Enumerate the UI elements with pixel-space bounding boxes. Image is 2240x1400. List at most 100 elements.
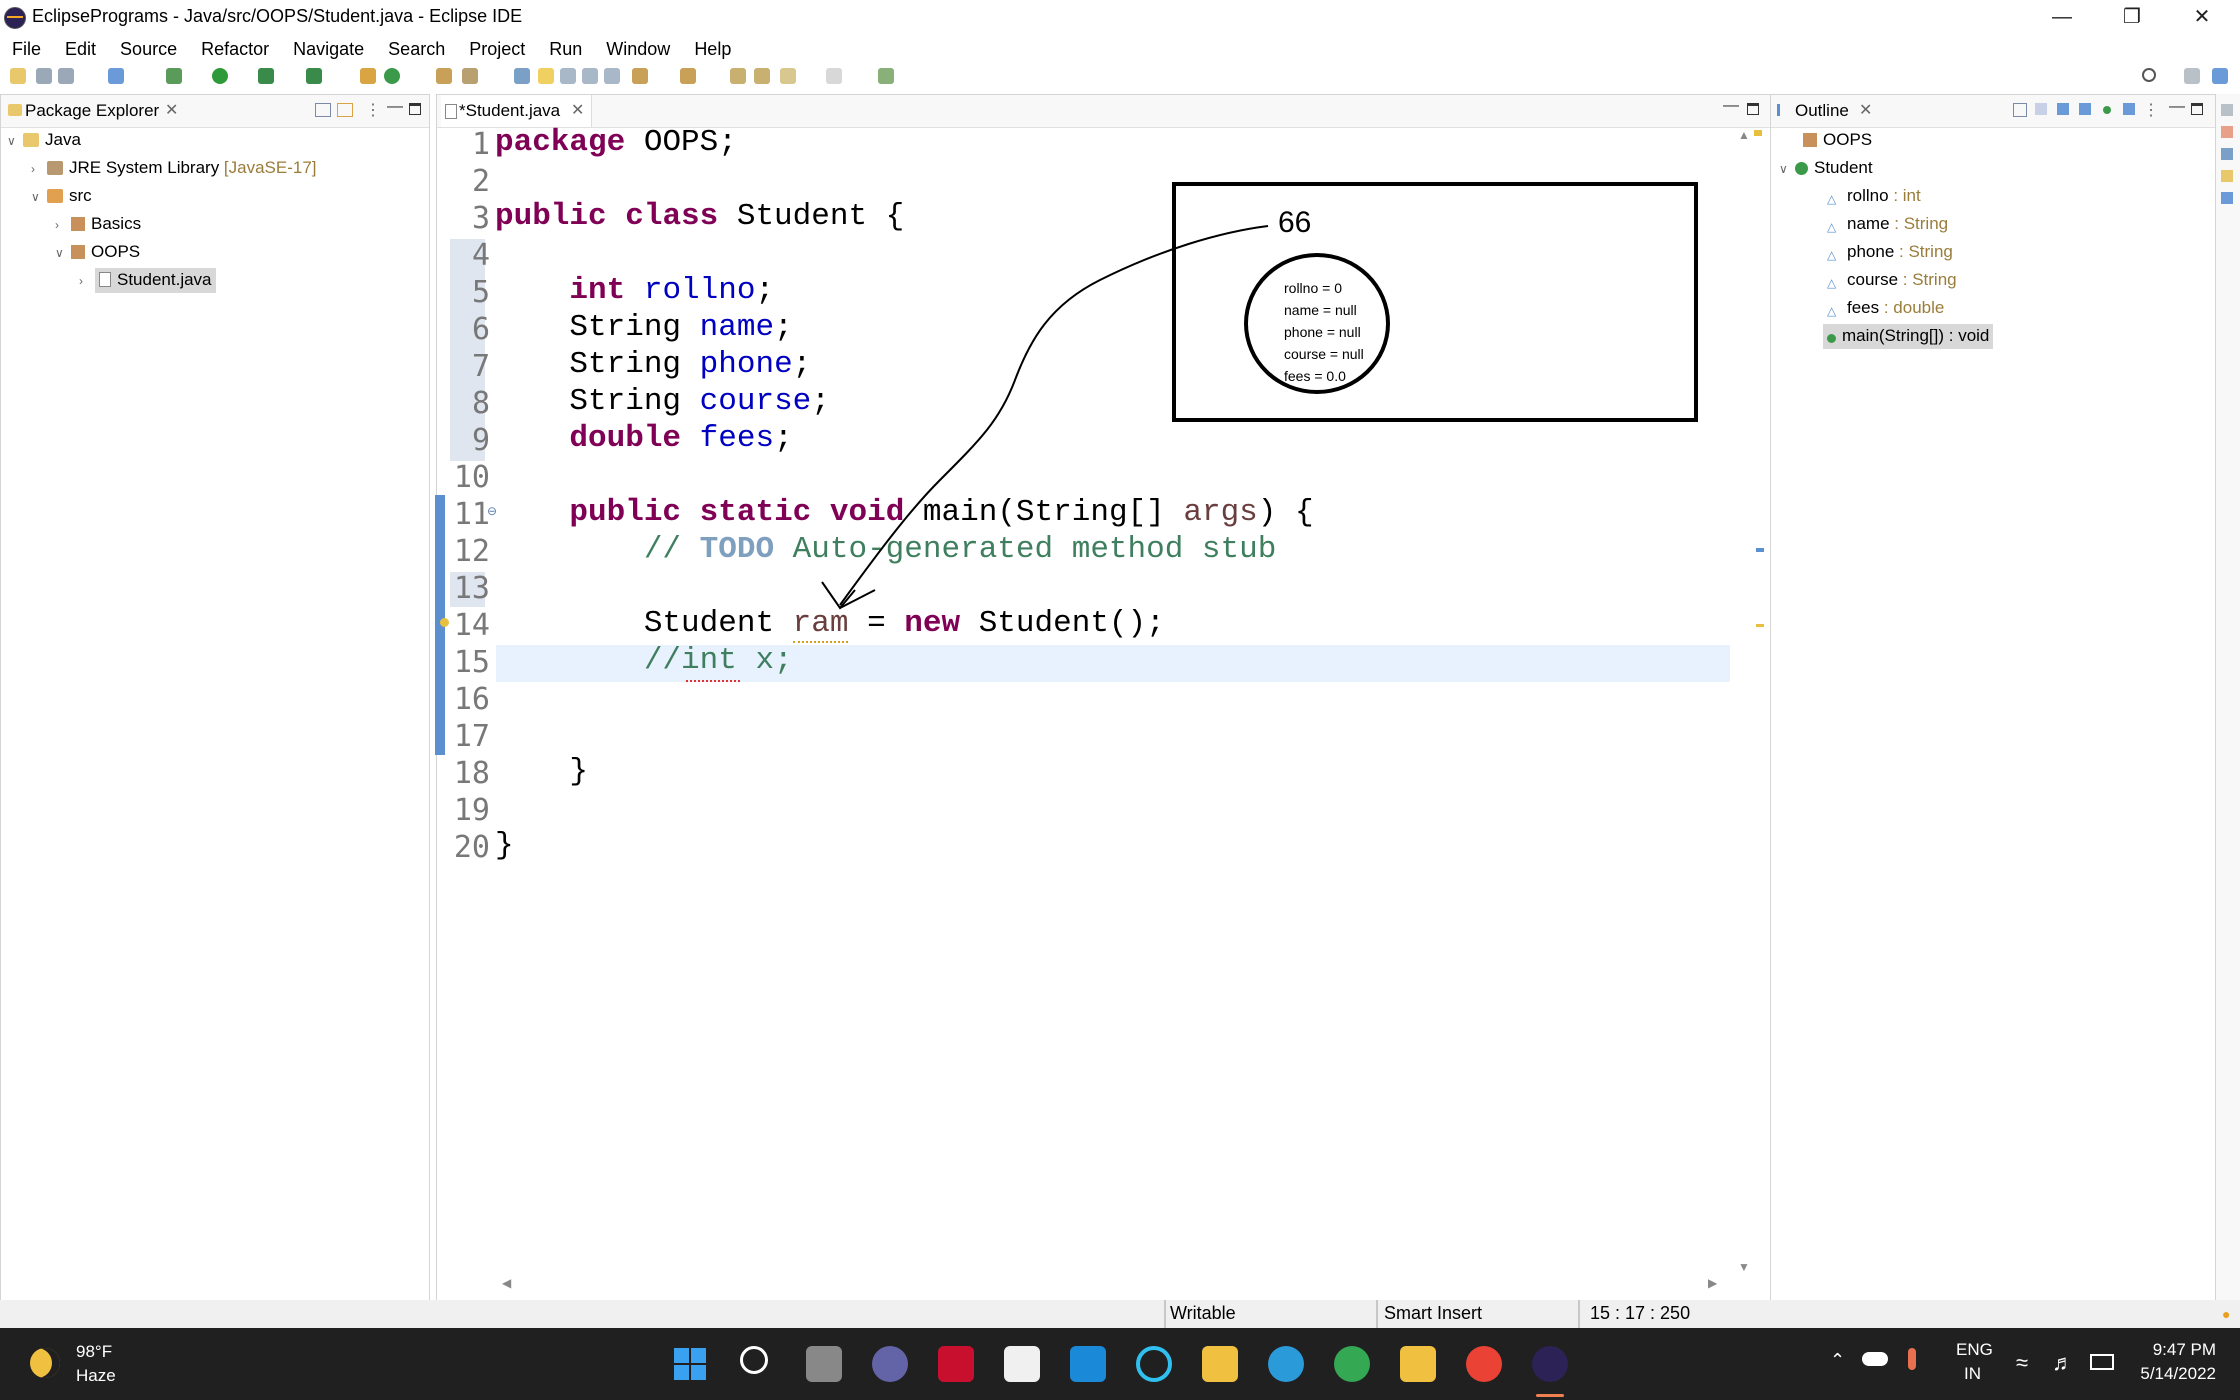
tree-item-student-java[interactable]: › Student.java	[79, 268, 216, 293]
menu-search[interactable]: Search	[376, 34, 457, 64]
vertical-scrollbar[interactable]: ▲ ▼	[1734, 128, 1752, 1276]
external-tools-icon[interactable]	[306, 68, 322, 84]
save-all-icon[interactable]	[58, 68, 74, 84]
chevron-up-icon[interactable]: ⌃	[1830, 1350, 1845, 1371]
maximize-view-icon[interactable]	[2191, 103, 2203, 115]
chevron-down-icon[interactable]: ∨	[55, 246, 71, 260]
package-explorer-title[interactable]: Package Explorer	[25, 101, 159, 121]
outline-title[interactable]: Outline	[1795, 101, 1849, 121]
overview-ruler-marker[interactable]	[1756, 548, 1764, 552]
declaration-icon[interactable]	[2221, 170, 2233, 182]
clock-date[interactable]: 5/14/2022	[2130, 1364, 2216, 1384]
menu-help[interactable]: Help	[682, 34, 743, 64]
tree-item-src[interactable]: ∨ src	[31, 186, 92, 206]
open-task-icon[interactable]	[462, 68, 478, 84]
last-edit-icon[interactable]	[730, 68, 746, 84]
collapse-all-icon[interactable]	[315, 103, 331, 117]
chevron-down-icon[interactable]: ∨	[7, 134, 23, 148]
file-explorer-icon[interactable]	[1202, 1346, 1238, 1382]
menu-refactor[interactable]: Refactor	[189, 34, 281, 64]
cortana-icon[interactable]	[1136, 1346, 1172, 1382]
close-button[interactable]: ✕	[2168, 0, 2236, 34]
minimize-button[interactable]: —	[2028, 0, 2096, 34]
outline-item-field[interactable]: △ course : String	[1827, 270, 1957, 290]
coverage-icon[interactable]	[258, 68, 274, 84]
battery-icon[interactable]	[2090, 1354, 2114, 1370]
minimize-view-icon[interactable]: —	[2169, 98, 2185, 116]
restore-button[interactable]: ❐	[2098, 0, 2166, 34]
link-editor-icon[interactable]	[337, 103, 353, 117]
forward-icon[interactable]	[780, 68, 796, 84]
debug-icon[interactable]	[166, 68, 182, 84]
mark-occurrences-icon[interactable]	[538, 68, 554, 84]
hide-nonpublic-icon[interactable]	[2103, 106, 2111, 114]
volume-icon[interactable]: ♬	[2052, 1350, 2074, 1376]
l-app-icon[interactable]	[1070, 1346, 1106, 1382]
editor-tab[interactable]: *Student.java ✕	[441, 95, 592, 127]
maximize-view-icon[interactable]	[409, 103, 421, 115]
outline-item-field[interactable]: △ phone : String	[1827, 242, 1953, 262]
back-icon[interactable]	[754, 68, 770, 84]
hide-static-icon[interactable]	[2079, 103, 2091, 115]
next-annotation-icon[interactable]	[632, 68, 648, 84]
outline-item-field[interactable]: △ name : String	[1827, 214, 1948, 234]
menu-navigate[interactable]: Navigate	[281, 34, 376, 64]
view-menu-icon[interactable]: ⋮	[365, 100, 381, 120]
tree-item-java-project[interactable]: ∨ Java	[7, 130, 81, 150]
tree-item-basics[interactable]: › Basics	[55, 214, 141, 234]
outline-item-class[interactable]: ∨ Student	[1779, 158, 1873, 178]
word-wrap-icon[interactable]	[582, 68, 598, 84]
scroll-right-icon[interactable]: ▶	[1708, 1276, 1717, 1290]
restore-icon[interactable]	[2221, 104, 2233, 116]
minimize-view-icon[interactable]: —	[1723, 97, 1739, 115]
task-view-icon[interactable]	[806, 1346, 842, 1382]
menu-source[interactable]: Source	[108, 34, 189, 64]
language-region[interactable]: IN	[1964, 1364, 1981, 1384]
forward-disabled-icon[interactable]	[826, 68, 842, 84]
collapse-all-icon[interactable]	[2013, 103, 2027, 117]
new-icon[interactable]	[10, 68, 26, 84]
pin-editor-icon[interactable]	[878, 68, 894, 84]
prev-annotation-icon[interactable]	[680, 68, 696, 84]
search-tool-icon[interactable]	[514, 68, 530, 84]
maximize-view-icon[interactable]	[1747, 103, 1759, 115]
outline-item-field[interactable]: △ fees : double	[1827, 298, 1944, 318]
start-button[interactable]	[672, 1346, 708, 1382]
java-perspective-icon[interactable]	[2212, 68, 2228, 84]
menu-project[interactable]: Project	[457, 34, 537, 64]
mcafee-icon[interactable]	[938, 1346, 974, 1382]
chevron-right-icon[interactable]: ›	[79, 274, 95, 288]
outline-item-field[interactable]: △ rollno : int	[1827, 186, 1921, 206]
new-package-icon[interactable]	[360, 68, 376, 84]
new-class-icon[interactable]	[384, 68, 400, 84]
tree-item-oops[interactable]: ∨ OOPS	[55, 242, 140, 262]
close-icon[interactable]: ✕	[571, 100, 584, 120]
save-icon[interactable]	[36, 68, 52, 84]
eclipse-taskbar-icon[interactable]	[1532, 1346, 1568, 1382]
hide-fields-icon[interactable]	[2057, 103, 2069, 115]
sort-icon[interactable]	[2035, 103, 2047, 115]
block-selection-icon[interactable]	[560, 68, 576, 84]
menu-run[interactable]: Run	[537, 34, 594, 64]
horizontal-scrollbar[interactable]: ◀ ▶	[498, 1276, 1734, 1296]
taskbar-search-icon[interactable]	[740, 1346, 768, 1374]
chevron-down-icon[interactable]: ∨	[31, 190, 47, 204]
outline-item-package[interactable]: OOPS	[1803, 130, 1872, 150]
menu-file[interactable]: File	[0, 34, 53, 64]
close-icon[interactable]: ✕	[1859, 100, 1872, 120]
menu-edit[interactable]: Edit	[53, 34, 108, 64]
teams-chat-icon[interactable]	[872, 1346, 908, 1382]
show-whitespace-icon[interactable]	[604, 68, 620, 84]
weather-desc[interactable]: Haze	[76, 1366, 116, 1386]
weather-moon-icon[interactable]	[30, 1348, 60, 1378]
clock-time[interactable]: 9:47 PM	[2140, 1340, 2216, 1360]
chevron-down-icon[interactable]: ∨	[1779, 162, 1795, 176]
hide-local-types-icon[interactable]	[2123, 103, 2135, 115]
terminal-icon[interactable]	[108, 68, 124, 84]
scroll-down-icon[interactable]: ▼	[1738, 1260, 1750, 1274]
overview-ruler-marker[interactable]	[1754, 130, 1762, 136]
chrome-icon[interactable]	[1466, 1346, 1502, 1382]
search-icon[interactable]	[2142, 68, 2156, 82]
open-type-icon[interactable]	[436, 68, 452, 84]
menu-window[interactable]: Window	[594, 34, 682, 64]
